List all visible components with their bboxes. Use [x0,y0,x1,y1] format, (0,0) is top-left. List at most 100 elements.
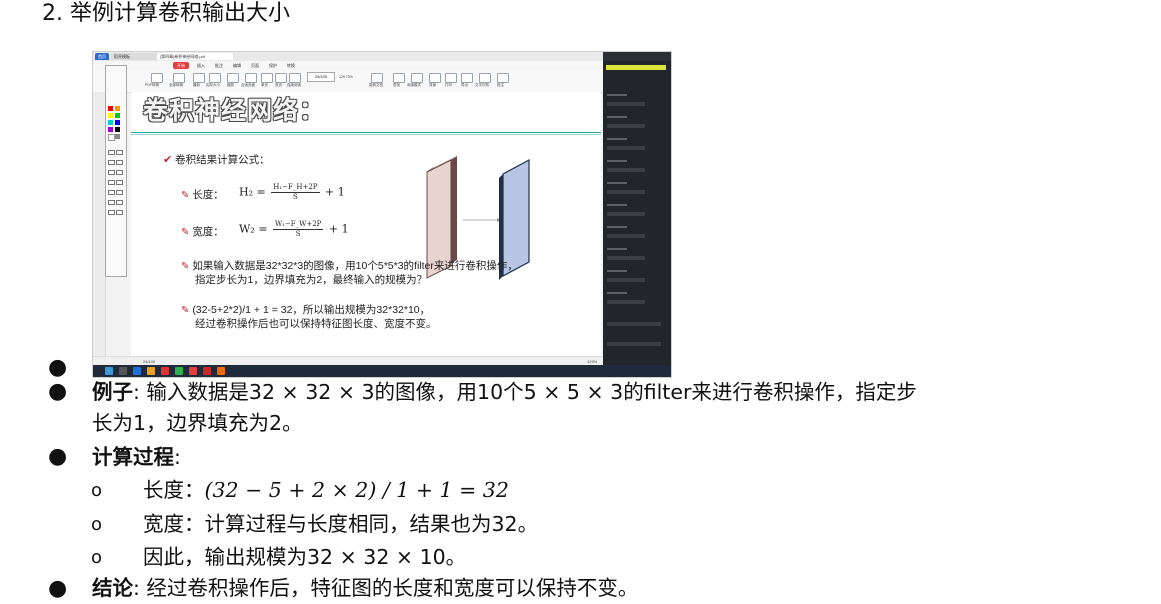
ribbon-button[interactable] [289,73,301,83]
pen-tool[interactable] [108,210,115,215]
check-icon: ✔ [163,154,173,166]
menu-convert[interactable]: 转换 [287,61,295,70]
pen-tool[interactable] [108,170,115,175]
ribbon-button[interactable] [173,73,185,83]
color-swatch[interactable] [108,113,113,118]
os-taskbar [93,365,671,377]
panel-item[interactable] [607,322,661,326]
ribbon-button[interactable] [193,73,205,83]
app-icon[interactable] [161,367,169,375]
panel-item[interactable] [607,212,645,216]
viewer-tab-bar: 首页 稻壳模板 [第四章]卷积神经网络.pdf [93,52,603,61]
menu-protect[interactable]: 保护 [269,61,277,70]
ribbon-button[interactable] [261,73,273,83]
sub-bullet-icon: o [91,547,103,568]
ribbon-label: 导出 [461,83,468,87]
menu-start[interactable]: 开始 [173,62,189,69]
panel-label [607,138,627,140]
panel-item[interactable] [607,146,645,150]
folder-icon[interactable] [147,367,155,375]
tab-document[interactable]: [第四章]卷积神经网络.pdf [157,53,233,60]
ribbon-label: 单页 [261,83,268,87]
zoom-level[interactable]: 129.70% [339,75,353,79]
ribbon-button[interactable] [497,73,509,83]
ribbon-button[interactable] [393,73,405,83]
panel-item[interactable] [607,278,645,282]
app-icon[interactable] [217,367,225,375]
ribbon-label: 批注 [497,83,504,87]
pen-tool[interactable] [116,190,123,195]
ribbon-button[interactable] [209,73,221,83]
ribbon-button[interactable] [411,73,423,83]
menu-comment[interactable]: 批注 [215,61,223,70]
slide-intro: 卷积结果计算公式： [175,154,270,166]
tab-template[interactable]: 稻壳模板 [111,53,159,60]
sub-bullet-icon: o [91,514,103,535]
ribbon-button[interactable] [227,73,239,83]
panel-label [607,226,627,228]
color-swatch[interactable] [115,106,120,111]
ribbon-button[interactable] [479,73,491,83]
viewer-ribbon: PDF转换 全部转换 播放 实际大小 缩放 合适页面 单页 双页 连续阅读 24… [93,70,603,93]
panel-item[interactable] [607,102,645,106]
ribbon-button[interactable] [245,73,257,83]
app-icon[interactable] [175,367,183,375]
pen-tool[interactable] [116,150,123,155]
panel-item[interactable] [607,300,645,304]
color-swatch[interactable] [115,120,120,125]
pen-tool[interactable] [116,210,123,215]
ribbon-label: 背景 [429,83,436,87]
pen-tool[interactable] [108,160,115,165]
app-icon[interactable] [189,367,197,375]
pen-tool[interactable] [108,200,115,205]
panel-item[interactable] [607,342,661,346]
menu-page[interactable]: 页面 [251,61,259,70]
panel-item[interactable] [607,256,645,260]
panel-label [607,94,627,96]
bullet-icon: ● [48,576,68,601]
color-swatch[interactable] [115,113,120,118]
app-icon[interactable] [133,367,141,375]
ribbon-button[interactable] [371,73,383,83]
panel-label [607,292,627,294]
ribbon-button[interactable] [151,73,163,83]
panel-label [607,248,627,250]
output-block [502,158,530,278]
panel-item[interactable] [607,168,645,172]
panel-item[interactable] [607,234,645,238]
pen-tool[interactable] [108,150,115,155]
search-icon[interactable] [119,367,127,375]
color-swatch[interactable] [108,127,113,132]
ribbon-button[interactable] [275,73,287,83]
color-swatch[interactable] [108,134,115,141]
pen-tool[interactable] [108,180,115,185]
menu-edit[interactable]: 编辑 [233,61,241,70]
width-label: 宽度： [192,226,224,238]
pen-tool[interactable] [116,180,123,185]
color-swatch[interactable] [108,120,113,125]
pen-tool[interactable] [116,170,123,175]
panel-item[interactable] [607,190,645,194]
start-icon[interactable] [105,367,113,375]
ribbon-button[interactable] [461,73,473,83]
tab-home[interactable]: 首页 [95,53,109,60]
bullet-icon: ● [48,355,68,380]
app-icon[interactable] [203,367,211,375]
panel-item[interactable] [607,124,645,128]
color-swatch[interactable] [115,134,120,139]
color-swatch[interactable] [115,127,120,132]
pen-tool[interactable] [108,190,115,195]
pen-tool[interactable] [116,160,123,165]
length-formula: H₂ = H₁−F_H+2P S + 1 [239,183,345,201]
question-line-1: 如果输入数据是32*32*3的图像，用10个5*5*3的filter来进行卷积操… [192,260,518,272]
pen-tool[interactable] [116,200,123,205]
conclusion-text: : 经过卷积操作后，特征图的长度和宽度可以保持不变。 [133,576,639,600]
example-text: : 输入数据是32 × 32 × 3的图像，用10个5 × 5 × 3的filt… [133,380,917,404]
menu-insert[interactable]: 插入 [197,61,205,70]
ribbon-button[interactable] [445,73,457,83]
page-indicator[interactable]: 24/100 [307,72,335,82]
color-swatch[interactable] [108,106,113,111]
ribbon-label: 实际大小 [206,83,220,87]
ribbon-button[interactable] [429,73,441,83]
ribbon-label: PDF转换 [145,83,159,87]
